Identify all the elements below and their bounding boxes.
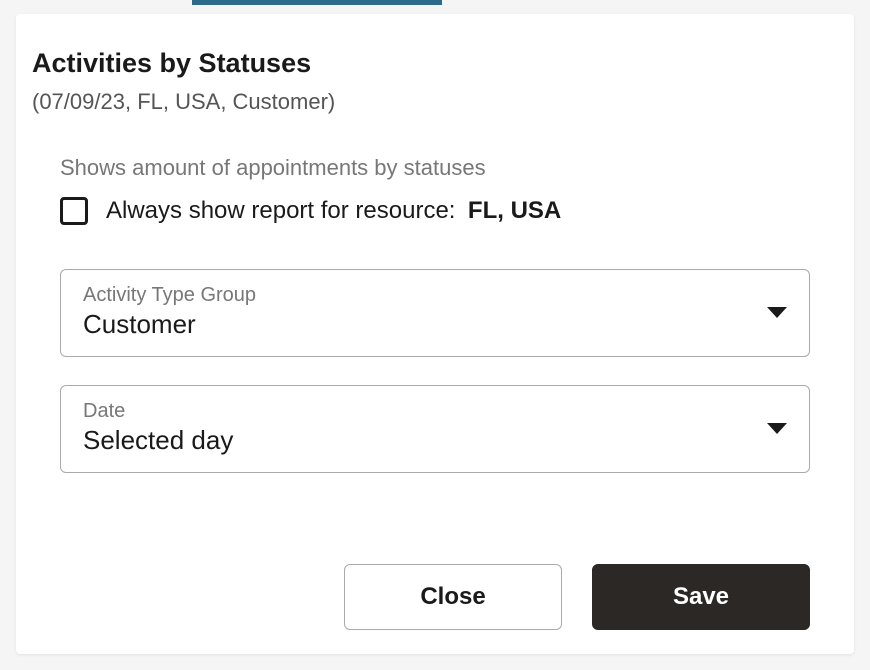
always-show-row: Always show report for resource: FL, USA <box>60 197 810 225</box>
always-show-checkbox[interactable] <box>60 197 88 225</box>
active-tab-indicator <box>192 0 442 5</box>
always-show-text: Always show report for resource: FL, USA <box>106 197 561 225</box>
activity-type-group-label: Activity Type Group <box>83 284 256 307</box>
date-value: Selected day <box>83 425 233 456</box>
always-show-label: Always show report for resource: <box>106 197 455 224</box>
dialog-subtitle: (07/09/23, FL, USA, Customer) <box>32 89 838 115</box>
always-show-value: FL, USA <box>468 197 561 224</box>
chevron-down-icon <box>767 307 787 318</box>
chevron-down-icon <box>767 423 787 434</box>
activities-by-statuses-dialog: Activities by Statuses (07/09/23, FL, US… <box>16 14 854 654</box>
dialog-button-row: Close Save <box>32 564 838 630</box>
date-select[interactable]: Date Selected day <box>60 385 810 473</box>
close-button[interactable]: Close <box>344 564 562 630</box>
activity-type-group-text: Activity Type Group Customer <box>83 284 256 340</box>
activity-type-group-select[interactable]: Activity Type Group Customer <box>60 269 810 357</box>
save-button[interactable]: Save <box>592 564 810 630</box>
date-select-text: Date Selected day <box>83 400 233 456</box>
dialog-title: Activities by Statuses <box>32 48 838 79</box>
date-label: Date <box>83 400 233 423</box>
activity-type-group-value: Customer <box>83 309 256 340</box>
dialog-content: Shows amount of appointments by statuses… <box>32 155 838 564</box>
report-description: Shows amount of appointments by statuses <box>60 155 810 181</box>
